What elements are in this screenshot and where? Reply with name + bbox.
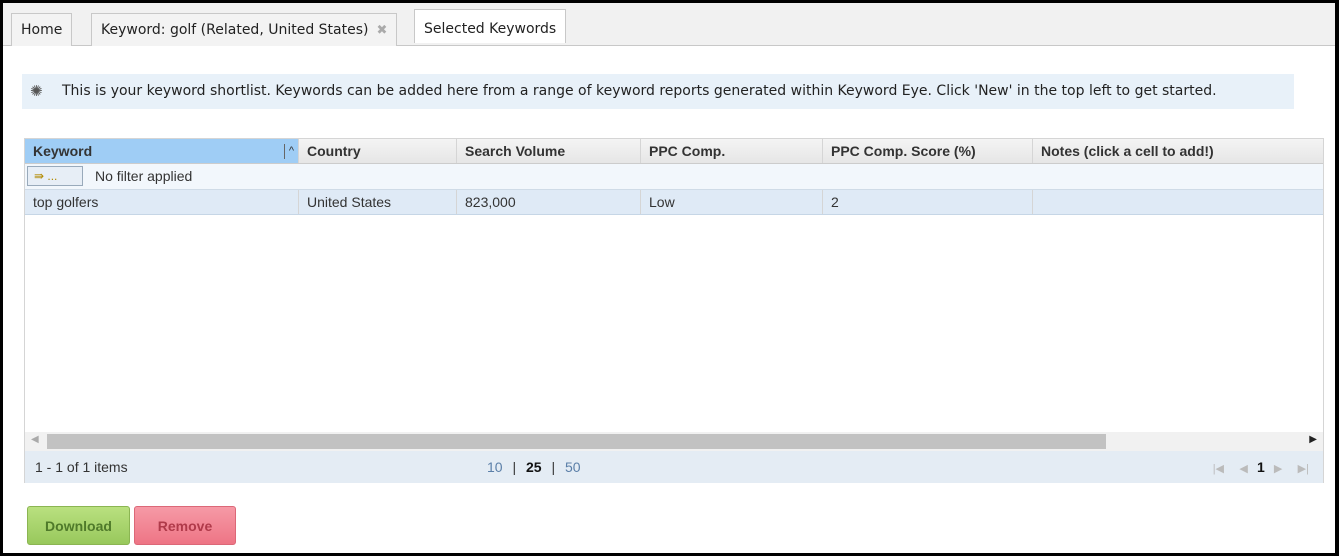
window-border xyxy=(0,0,1339,556)
